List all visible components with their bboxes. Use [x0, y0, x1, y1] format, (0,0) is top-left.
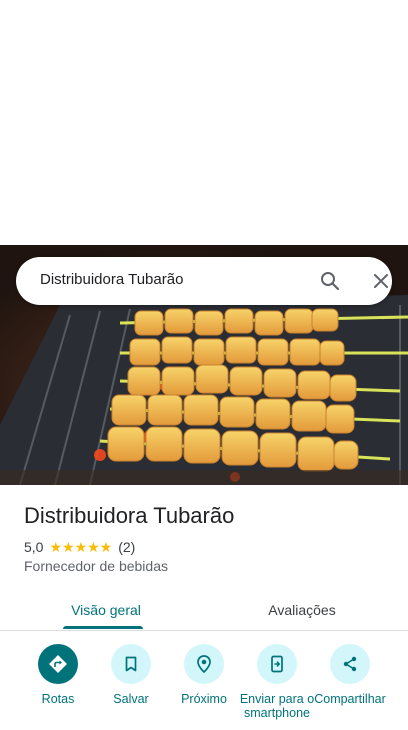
place-category[interactable]: Fornecedor de bebidas — [24, 558, 168, 574]
action-buttons-row: Rotas Salvar Próximo Enviar para o smart… — [0, 644, 408, 730]
nearby-button[interactable]: Próximo — [166, 644, 242, 706]
rating-value: 5,0 — [24, 539, 44, 555]
send-to-phone-label: Enviar para o smartphone — [239, 692, 315, 720]
map-blank-area — [0, 0, 408, 245]
tab-overview[interactable]: Visão geral — [46, 590, 166, 630]
save-button[interactable]: Salvar — [93, 644, 169, 706]
tab-selected-indicator — [63, 626, 143, 629]
share-icon — [330, 644, 370, 684]
search-icon[interactable] — [318, 269, 342, 293]
save-label: Salvar — [113, 692, 149, 706]
star-rating-icons: ★★★★★ — [49, 538, 113, 555]
send-to-phone-button[interactable]: Enviar para o smartphone — [239, 644, 315, 720]
bookmark-icon — [111, 644, 151, 684]
tab-bar: Visão geral Avaliações — [0, 590, 408, 631]
review-count[interactable]: (2) — [118, 539, 135, 555]
nearby-label: Próximo — [181, 692, 227, 706]
place-title: Distribuidora Tubarão — [24, 503, 235, 528]
search-bar[interactable]: Distribuidora Tubarão — [16, 257, 392, 305]
share-button[interactable]: Compartilhar — [312, 644, 388, 706]
directions-label: Rotas — [41, 692, 75, 706]
close-icon[interactable] — [369, 269, 393, 293]
nearby-icon — [184, 644, 224, 684]
search-query-text[interactable]: Distribuidora Tubarão — [40, 271, 183, 288]
send-to-phone-icon — [257, 644, 297, 684]
directions-button[interactable]: Rotas — [20, 644, 96, 706]
rating-row[interactable]: 5,0 ★★★★★ (2) — [24, 538, 135, 556]
share-label: Compartilhar — [314, 692, 386, 706]
tab-reviews[interactable]: Avaliações — [242, 590, 362, 630]
directions-icon — [38, 644, 78, 684]
